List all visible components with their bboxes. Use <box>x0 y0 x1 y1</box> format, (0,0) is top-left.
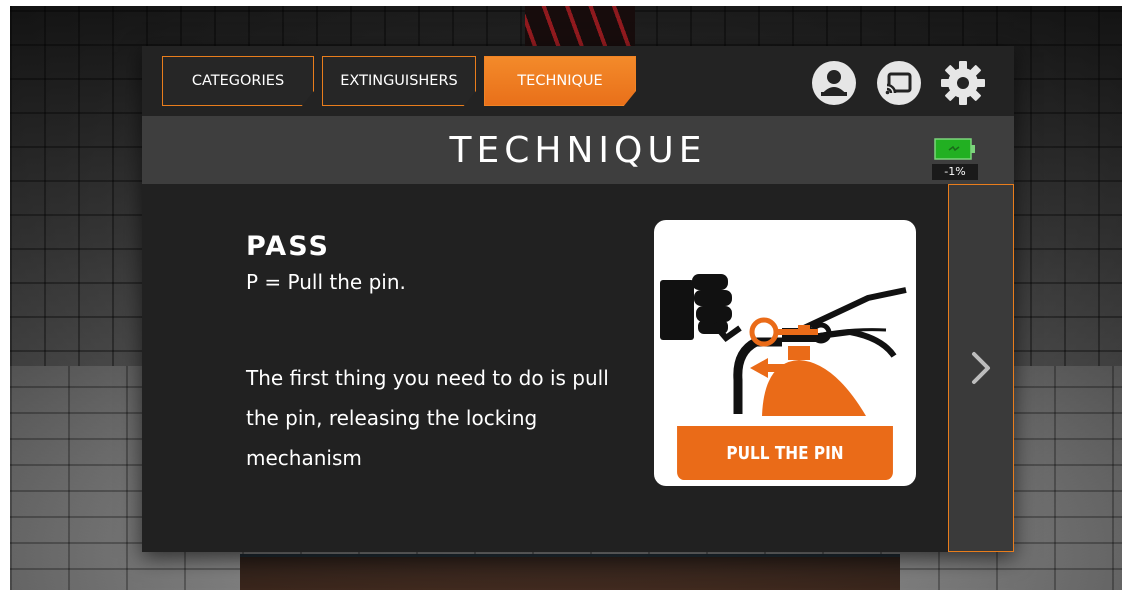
extinguisher-pin-icon <box>660 274 907 416</box>
tab-bar: CATEGORIES EXTINGUISHERS TECHNIQUE <box>142 46 1014 116</box>
cast-icon[interactable] <box>875 59 923 107</box>
page-title-bar: TECHNIQUE <box>142 116 1014 184</box>
tab-technique[interactable]: TECHNIQUE <box>484 56 636 106</box>
pull-the-pin-caption: PULL THE PIN <box>677 426 893 480</box>
tab-extinguishers-label: EXTINGUISHERS <box>340 73 458 89</box>
gear-icon[interactable] <box>939 59 987 107</box>
technique-heading: PASS <box>246 231 330 262</box>
technique-description: The first thing you need to do is pull t… <box>246 366 609 470</box>
tab-categories-label: CATEGORIES <box>191 73 285 89</box>
technique-step: P = Pull the pin. <box>246 270 406 294</box>
training-menu-panel: CATEGORIES EXTINGUISHERS TECHNIQUE TECHN… <box>142 46 1014 552</box>
tab-extinguishers[interactable]: EXTINGUISHERS <box>322 56 476 106</box>
technique-content: PASS P = Pull the pin. The first thing y… <box>142 184 946 552</box>
tab-categories[interactable]: CATEGORIES <box>162 56 314 106</box>
pull-the-pin-illustration: PULL THE PIN <box>654 220 916 486</box>
user-icon[interactable] <box>810 59 858 107</box>
page-title: TECHNIQUE <box>449 129 707 171</box>
battery-percent: -1% <box>932 164 978 180</box>
chevron-right-icon <box>972 352 990 384</box>
tab-technique-label: TECHNIQUE <box>517 73 603 89</box>
battery-icon <box>934 138 976 160</box>
next-page-button[interactable] <box>948 184 1014 552</box>
